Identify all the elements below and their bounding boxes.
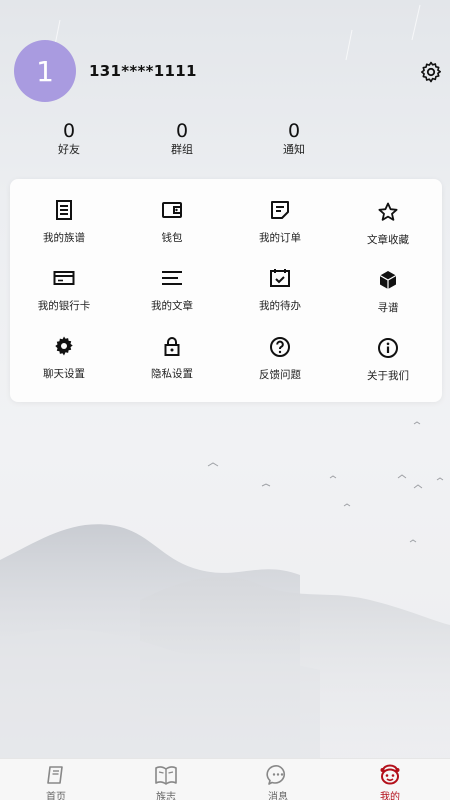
menu-item-wallet[interactable]: 钱包 bbox=[124, 199, 220, 259]
profile-face-icon bbox=[380, 764, 400, 785]
menu-item-my-todos[interactable]: 我的待办 bbox=[232, 267, 328, 327]
chat-bubble-icon bbox=[266, 765, 286, 785]
avatar[interactable]: 1 bbox=[14, 40, 76, 102]
tab-label: 消息 bbox=[268, 792, 288, 800]
tab-home[interactable]: 首页 bbox=[0, 759, 112, 800]
menu-item-label: 文章收藏 bbox=[367, 234, 409, 246]
username: 131****1111 bbox=[89, 62, 197, 80]
menu-item-bank-card[interactable]: 我的银行卡 bbox=[16, 267, 112, 327]
lock-icon bbox=[164, 337, 180, 356]
menu-item-label: 我的待办 bbox=[259, 300, 301, 312]
stat-count: 0 bbox=[62, 120, 76, 142]
tab-label: 我的 bbox=[380, 792, 400, 800]
tab-messages[interactable]: 消息 bbox=[222, 759, 334, 800]
menu-item-label: 反馈问题 bbox=[259, 369, 301, 381]
stat-friends[interactable]: 0 好友 bbox=[29, 120, 109, 158]
tab-annals[interactable]: 族志 bbox=[110, 759, 222, 800]
menu-item-label: 我的银行卡 bbox=[37, 300, 91, 312]
menu-item-article-favorites[interactable]: 文章收藏 bbox=[340, 201, 436, 261]
stat-groups[interactable]: 0 群组 bbox=[142, 120, 222, 158]
menu-item-about-us[interactable]: 关于我们 bbox=[340, 337, 436, 397]
note-icon bbox=[271, 201, 289, 219]
stat-count: 0 bbox=[287, 120, 301, 142]
open-book-icon bbox=[155, 766, 177, 785]
menu-item-label: 关于我们 bbox=[367, 370, 409, 382]
stat-label: 好友 bbox=[58, 143, 80, 156]
menu-item-label: 隐私设置 bbox=[151, 368, 193, 380]
menu-item-label: 我的订单 bbox=[259, 232, 301, 244]
menu-item-label: 我的族谱 bbox=[43, 232, 85, 244]
bottom-tab-bar: 首页 族志 消息 我的 bbox=[0, 758, 450, 800]
menu-item-my-orders[interactable]: 我的订单 bbox=[232, 199, 328, 259]
stat-count: 0 bbox=[175, 120, 189, 142]
profile-header: 1 131****1111 bbox=[0, 0, 450, 110]
avatar-text: 1 bbox=[36, 54, 54, 88]
menu-item-label: 我的文章 bbox=[151, 300, 193, 312]
menu-item-feedback[interactable]: 反馈问题 bbox=[232, 336, 328, 396]
menu-item-label: 寻谱 bbox=[377, 302, 399, 314]
gear-icon bbox=[421, 61, 441, 83]
info-icon bbox=[378, 338, 398, 358]
book-icon bbox=[47, 766, 63, 784]
document-icon bbox=[56, 200, 72, 220]
menu-item-label: 聊天设置 bbox=[43, 368, 85, 380]
menu-item-label: 钱包 bbox=[161, 232, 183, 244]
bank-card-icon bbox=[53, 271, 75, 285]
cube-icon bbox=[379, 271, 397, 289]
tab-profile[interactable]: 我的 bbox=[334, 759, 446, 800]
menu-item-privacy-settings[interactable]: 隐私设置 bbox=[124, 335, 220, 395]
menu-panel: 我的族谱 钱包 我的订单 文章收藏 我的银行卡 我的文章 我的待办 寻谱 聊天设… bbox=[10, 179, 442, 402]
tab-label: 族志 bbox=[156, 792, 176, 800]
settings-button[interactable] bbox=[419, 60, 443, 84]
tab-label: 首页 bbox=[46, 792, 66, 800]
stats-row: 0 好友 0 群组 0 通知 bbox=[0, 120, 450, 164]
menu-item-chat-settings[interactable]: 聊天设置 bbox=[16, 335, 112, 395]
stat-label: 群组 bbox=[171, 143, 193, 156]
calendar-check-icon bbox=[270, 269, 290, 287]
menu-item-find-genealogy[interactable]: 寻谱 bbox=[340, 269, 436, 329]
stat-label: 通知 bbox=[283, 143, 305, 156]
gear-icon bbox=[55, 336, 73, 356]
lines-icon bbox=[162, 271, 182, 285]
menu-item-my-articles[interactable]: 我的文章 bbox=[124, 267, 220, 327]
question-icon bbox=[270, 337, 290, 357]
star-icon bbox=[378, 202, 398, 221]
stat-notifications[interactable]: 0 通知 bbox=[254, 120, 334, 158]
wallet-icon bbox=[162, 202, 182, 218]
menu-item-my-genealogy[interactable]: 我的族谱 bbox=[16, 199, 112, 259]
